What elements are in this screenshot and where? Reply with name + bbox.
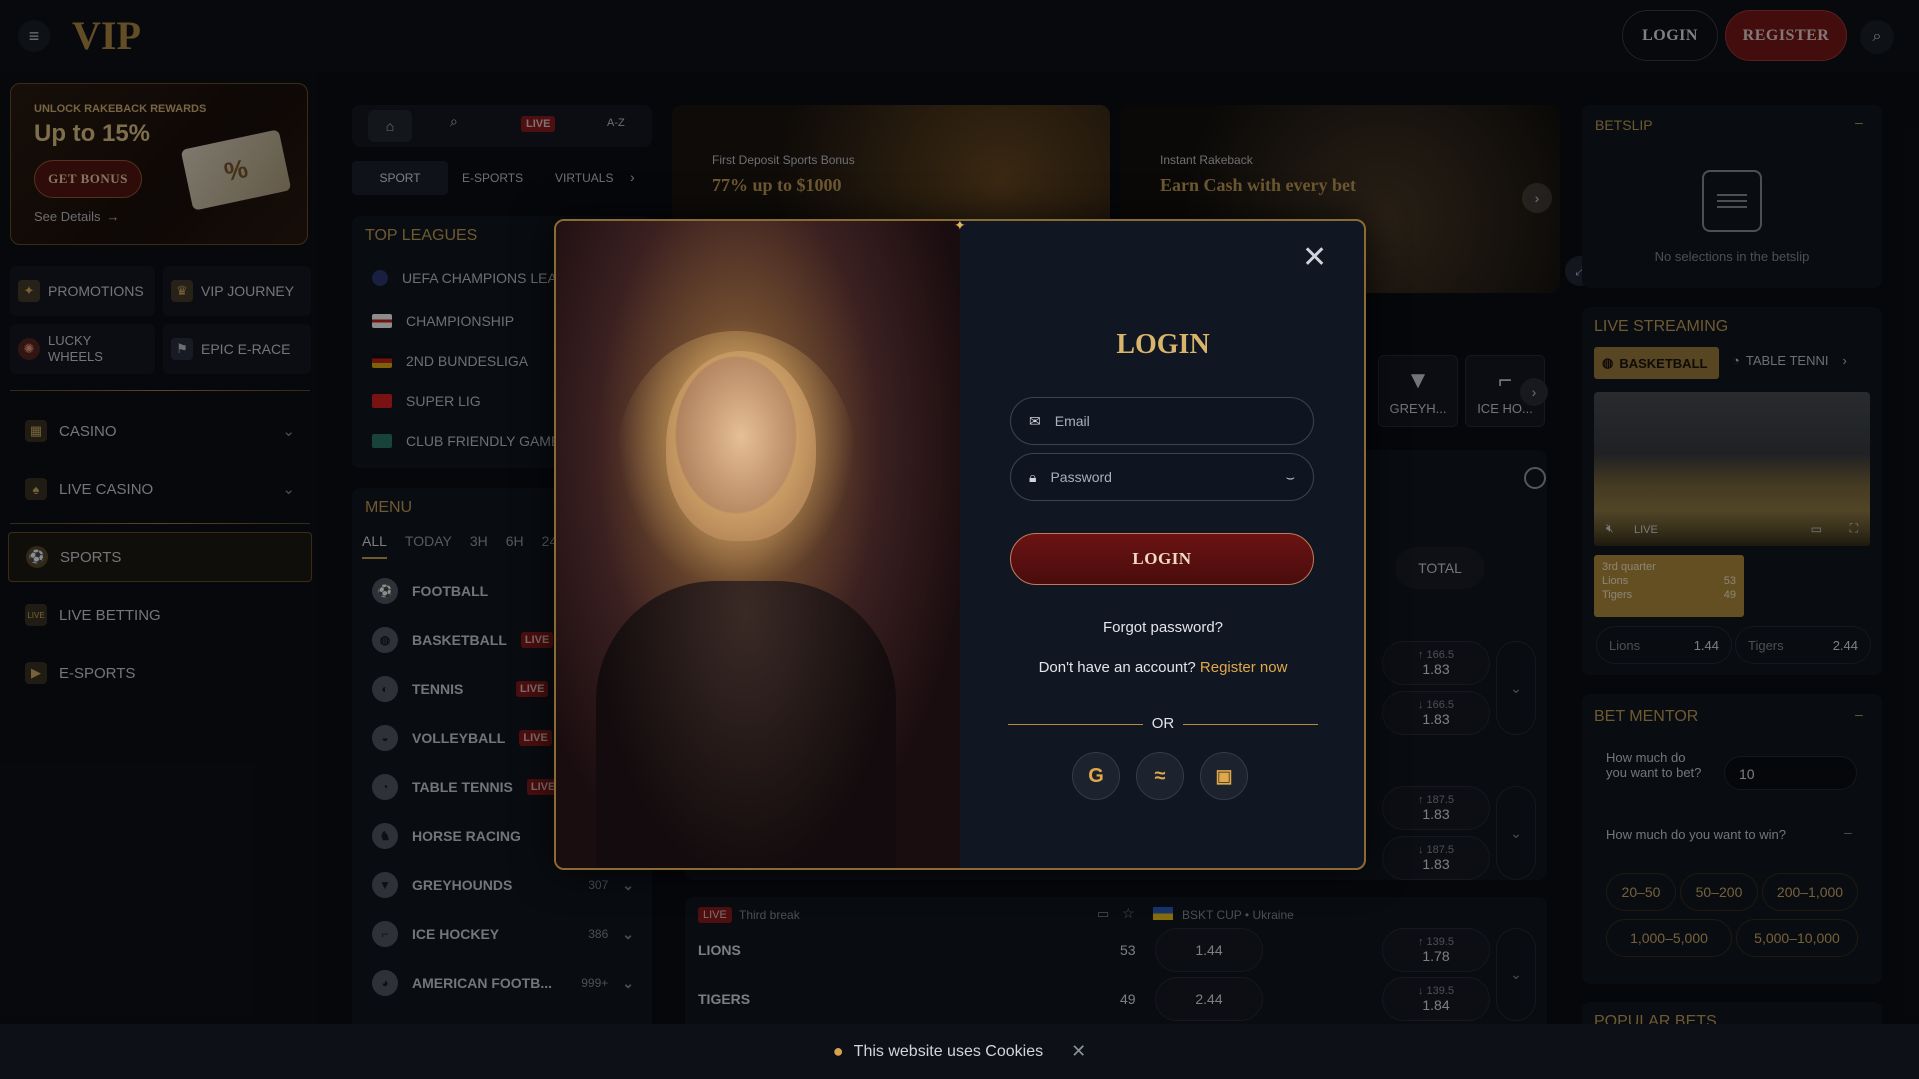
login-modal: ✦ ✕ LOGIN ✉ Email 🔒︎ Password ⌣ LOGIN Fo…	[554, 219, 1366, 870]
mail-icon: ✉	[1029, 412, 1041, 429]
lock-icon: 🔒︎	[1029, 468, 1037, 485]
register-prompt: Don't have an account? Register now	[960, 659, 1364, 676]
wave-wallet-icon[interactable]: ≈	[1136, 752, 1184, 800]
email-field[interactable]: ✉ Email	[1010, 397, 1314, 445]
email-placeholder: Email	[1054, 413, 1090, 429]
or-divider-right	[1183, 724, 1318, 725]
password-placeholder: Password	[1050, 469, 1112, 485]
or-divider-left	[1008, 724, 1143, 725]
cookie-text: This website uses Cookies	[853, 1042, 1044, 1060]
login-submit-button[interactable]: LOGIN	[1010, 533, 1314, 585]
cookie-bar: ● This website uses Cookies ✕	[0, 1024, 1919, 1079]
eye-closed-icon[interactable]: ⌣	[1286, 469, 1295, 486]
corner-star-icon: ✦	[954, 219, 966, 233]
password-field[interactable]: 🔒︎ Password ⌣	[1010, 453, 1314, 501]
register-now-link[interactable]: Register now	[1200, 659, 1288, 676]
google-icon[interactable]: G	[1072, 752, 1120, 800]
close-icon[interactable]: ✕	[1071, 1041, 1086, 1062]
forgot-password-link[interactable]: Forgot password?	[960, 619, 1364, 636]
modal-title: LOGIN	[1116, 329, 1210, 360]
cookie-icon: ●	[832, 1041, 844, 1061]
close-icon[interactable]: ✕	[1302, 243, 1327, 273]
modal-photo	[556, 221, 960, 868]
or-label: OR	[1151, 715, 1175, 732]
metamask-icon[interactable]: ▣	[1200, 752, 1248, 800]
no-account-text: Don't have an account?	[1038, 659, 1196, 676]
